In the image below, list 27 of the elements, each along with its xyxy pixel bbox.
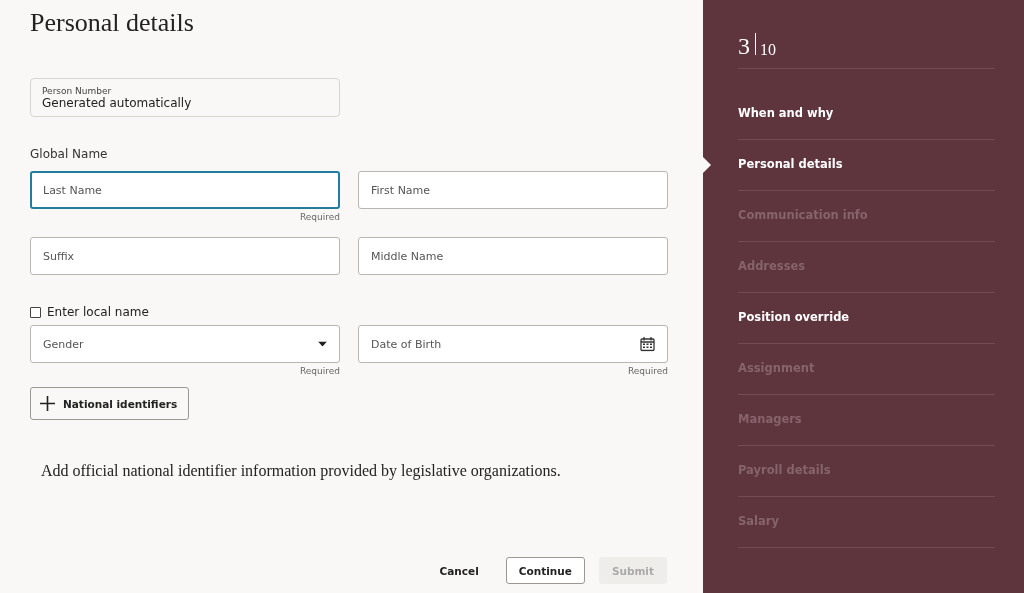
step-item[interactable]: When and why [703,89,995,139]
add-button[interactable]: National identifiers [30,387,190,420]
input-field[interactable]: First Name [358,171,668,209]
total-steps-number: 10 [760,42,776,58]
required-hint: Required [627,366,668,376]
continue-button[interactable]: Continue [505,557,585,584]
checkbox[interactable] [30,306,41,318]
required-hint: Required [299,366,340,376]
field-value: Generated automatically [42,96,192,110]
caret-icon [318,341,327,347]
plus-icon [40,396,55,411]
current-step-number: 3 [738,34,750,58]
input-field[interactable]: Middle Name [358,237,668,275]
date-field[interactable]: Date of Birth [358,325,668,363]
calendar-icon[interactable] [640,336,655,352]
select-field[interactable]: Gender [30,325,340,363]
checkbox-label: Enter local name [47,305,149,319]
description-text: Add official national identifier information provided by legislative organizations. [41,462,561,480]
required-hint: Required [299,212,340,222]
page-title: Personal details [30,8,194,38]
input-field[interactable]: Suffix [30,237,340,275]
step-item[interactable]: Position override [703,293,995,343]
cancel-button[interactable]: Cancel [426,557,492,584]
input-field[interactable]: Last Name [30,171,340,209]
step-item[interactable]: Personal details [703,140,995,190]
field-label: Person Number [42,86,112,96]
section-label: Global Name [30,147,108,161]
